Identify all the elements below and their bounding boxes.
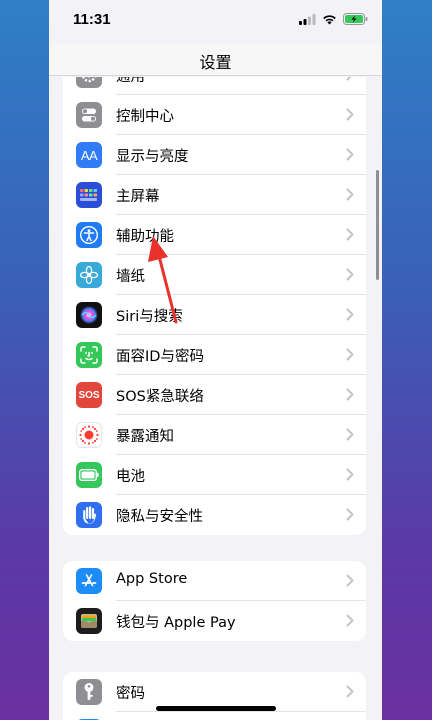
chevron-right-icon bbox=[346, 348, 354, 361]
settings-row-label: 钱包与 Apple Pay bbox=[116, 615, 236, 631]
toggle-switches-icon bbox=[76, 102, 102, 128]
siri-orb-icon bbox=[76, 302, 102, 328]
page-title: 设置 bbox=[199, 53, 232, 72]
settings-row-label: 墙纸 bbox=[116, 269, 145, 285]
settings-row-label: 电池 bbox=[116, 469, 145, 485]
navigation-bar: 设置 bbox=[49, 44, 382, 76]
settings-group-system: 通用 控制中心 AA 显示与亮度 主屏幕 辅助功能 墙纸 Siri与搜索 面容I… bbox=[63, 77, 366, 535]
settings-row-display-brightness[interactable]: AA 显示与亮度 bbox=[63, 135, 366, 175]
settings-row-face-id-passcode[interactable]: 面容ID与密码 bbox=[63, 335, 366, 375]
status-icons bbox=[299, 13, 368, 25]
sos-icon: SOS bbox=[76, 382, 102, 408]
settings-row-emergency-sos[interactable]: SOS SOS紧急联络 bbox=[63, 375, 366, 415]
settings-row-wallpaper[interactable]: 墙纸 bbox=[63, 255, 366, 295]
settings-group-store-wallet: App Store 钱包与 Apple Pay bbox=[63, 561, 366, 641]
settings-row-mail[interactable] bbox=[63, 712, 366, 720]
settings-row-label: 显示与亮度 bbox=[116, 149, 189, 165]
settings-row-home-screen[interactable]: 主屏幕 bbox=[63, 175, 366, 215]
phone-screen: 11:31 设置 通用 控制中心 AA 显示与亮度 主屏幕 辅助功能 墙纸 Si… bbox=[49, 0, 382, 720]
settings-row-label: App Store bbox=[116, 571, 188, 587]
chevron-right-icon bbox=[346, 614, 354, 627]
key-icon bbox=[76, 679, 102, 705]
chevron-right-icon bbox=[346, 148, 354, 161]
cellular-signal-icon bbox=[299, 13, 316, 25]
chevron-right-icon bbox=[346, 268, 354, 281]
face-id-icon bbox=[76, 342, 102, 368]
app-store-icon bbox=[76, 568, 102, 594]
chevron-right-icon bbox=[346, 388, 354, 401]
settings-row-label: 面容ID与密码 bbox=[116, 349, 204, 365]
settings-row-control-center[interactable]: 控制中心 bbox=[63, 95, 366, 135]
exposure-dots-icon bbox=[76, 422, 102, 448]
settings-row-label: 密码 bbox=[116, 686, 145, 702]
settings-row-general[interactable]: 通用 bbox=[63, 77, 366, 95]
settings-row-label: 主屏幕 bbox=[116, 189, 160, 205]
chevron-right-icon bbox=[346, 574, 354, 587]
settings-row-label: Siri与搜索 bbox=[116, 309, 183, 325]
hand-icon bbox=[76, 502, 102, 528]
scroll-indicator[interactable] bbox=[376, 170, 379, 280]
chevron-right-icon bbox=[346, 428, 354, 441]
settings-row-siri-search[interactable]: Siri与搜索 bbox=[63, 295, 366, 335]
gear-icon bbox=[76, 77, 102, 88]
settings-row-label: 暴露通知 bbox=[116, 429, 174, 445]
accessibility-person-icon bbox=[76, 222, 102, 248]
settings-row-accessibility[interactable]: 辅助功能 bbox=[63, 215, 366, 255]
settings-row-app-store[interactable]: App Store bbox=[63, 561, 366, 601]
chevron-right-icon bbox=[346, 108, 354, 121]
wallet-icon bbox=[76, 608, 102, 634]
status-time: 11:31 bbox=[73, 11, 111, 28]
chevron-right-icon bbox=[346, 685, 354, 698]
settings-group-accounts: 密码 bbox=[63, 672, 366, 720]
app-grid-icon bbox=[76, 182, 102, 208]
battery-icon bbox=[76, 462, 102, 488]
settings-row-label: SOS紧急联络 bbox=[116, 389, 204, 405]
settings-row-exposure-notifications[interactable]: 暴露通知 bbox=[63, 415, 366, 455]
chevron-right-icon bbox=[346, 508, 354, 521]
flower-icon bbox=[76, 262, 102, 288]
settings-row-privacy-security[interactable]: 隐私与安全性 bbox=[63, 495, 366, 535]
wifi-icon bbox=[323, 14, 336, 24]
chevron-right-icon bbox=[346, 308, 354, 321]
settings-row-label: 通用 bbox=[116, 77, 145, 85]
chevron-right-icon bbox=[346, 77, 352, 81]
settings-row-label: 辅助功能 bbox=[116, 229, 174, 245]
settings-row-wallet-apple-pay[interactable]: 钱包与 Apple Pay bbox=[63, 601, 366, 641]
settings-row-label: 控制中心 bbox=[116, 109, 174, 125]
chevron-right-icon bbox=[346, 188, 354, 201]
status-bar: 11:31 bbox=[49, 0, 382, 44]
settings-row-label: 隐私与安全性 bbox=[116, 509, 203, 525]
settings-row-battery[interactable]: 电池 bbox=[63, 455, 366, 495]
battery-charging-icon bbox=[343, 13, 368, 25]
settings-list[interactable]: 通用 控制中心 AA 显示与亮度 主屏幕 辅助功能 墙纸 Siri与搜索 面容I… bbox=[49, 77, 382, 720]
home-indicator[interactable] bbox=[156, 706, 276, 711]
text-size-aa-icon: AA bbox=[76, 142, 102, 168]
chevron-right-icon bbox=[346, 468, 354, 481]
chevron-right-icon bbox=[346, 228, 354, 241]
